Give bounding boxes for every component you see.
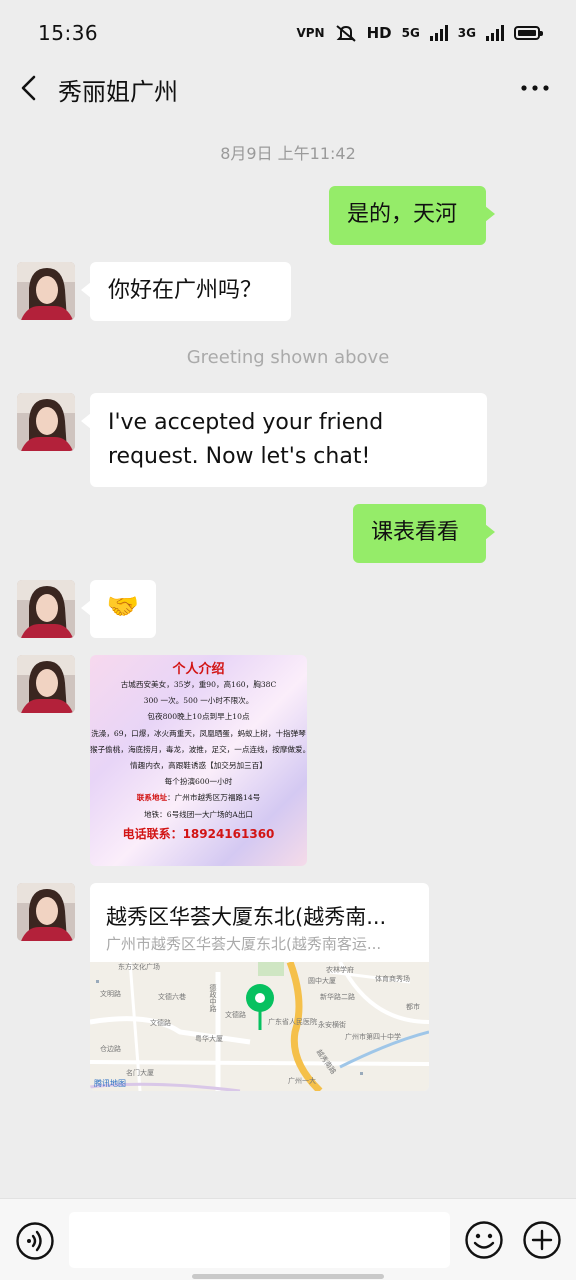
map-label: 文德路 — [150, 1019, 171, 1027]
avatar[interactable] — [17, 393, 75, 451]
avatar[interactable] — [17, 883, 75, 941]
avatar[interactable] — [17, 580, 75, 638]
back-arrow-icon[interactable] — [18, 74, 42, 102]
incoming-emoji-message[interactable]: 🤝 — [81, 580, 156, 638]
map-label: 名门大厦 — [126, 1069, 154, 1077]
location-map[interactable]: 东方文化广场 农林学府 文明路 文德六巷 德政中路 圆中大厦 体育商秀场 文德路… — [90, 960, 429, 1091]
avatar-photo — [17, 393, 75, 451]
message-input[interactable] — [69, 1212, 450, 1268]
map-label: 永安横街 — [318, 1021, 346, 1029]
map-label: 文明路 — [100, 990, 121, 998]
poster-line: 情趣内衣，高跟鞋诱惑【加交另加三百】 — [130, 761, 267, 771]
poster-line: 猴子偷桃，海底捞月，毒龙，波推，足交，一点连线，按摩做爱。 — [90, 744, 307, 754]
map-label: 体育商秀场 — [375, 975, 410, 983]
chat-title: 秀丽姐广州 — [58, 78, 178, 106]
incoming-message[interactable]: 你好在广州吗？ — [81, 262, 291, 321]
map-label: 广州一大 — [288, 1077, 316, 1085]
mute-icon — [335, 25, 356, 42]
location-message[interactable]: 越秀区华荟大厦东北(越秀南... 广州市越秀区华荟大厦东北(越秀南客运... 东… — [90, 883, 429, 1091]
message-text: 课表看看 — [371, 520, 460, 545]
signal-icon-1 — [429, 25, 448, 41]
outgoing-message[interactable]: 是的，天河 — [329, 186, 495, 245]
map-label: 圆中大厦 — [308, 977, 336, 985]
location-title: 越秀区华荟大厦东北(越秀南... — [106, 905, 387, 929]
battery-icon — [514, 26, 543, 40]
poster-line: 古城西安美女，35岁，重90，高160，胸38C — [120, 680, 277, 689]
vpn-icon: VPN — [296, 26, 325, 40]
chat-input-bar — [0, 1198, 576, 1280]
poster-title: 个人介绍 — [172, 662, 225, 677]
map-provider-logo: 腾讯地图 — [94, 1079, 126, 1088]
map-label: 德政中路 — [209, 984, 217, 1012]
map-label: 广州市第四十中学 — [345, 1033, 401, 1041]
poster-phone: 电话联系：18924161360 — [122, 826, 275, 841]
poster-line: 洗澡，69，口爆，冰火两重天，凤凰晒蛋，蚂蚁上树，十指弹琴 — [91, 728, 306, 738]
message-text: 是的，天河 — [347, 202, 458, 227]
status-time: 15:36 — [38, 21, 99, 45]
title-bar: 秀丽姐广州 — [0, 66, 576, 110]
voice-input-icon[interactable] — [15, 1221, 55, 1261]
network-5g-label: 5G — [401, 26, 420, 40]
map-label: 农林学府 — [326, 966, 354, 974]
more-options-icon[interactable] — [520, 74, 550, 102]
location-pin-icon — [246, 984, 274, 1030]
avatar-photo — [17, 580, 75, 638]
message-text: 你好在广州吗？ — [108, 278, 263, 303]
poster-metro: 地铁：6号线团一大广场的A出口 — [143, 809, 254, 819]
message-text: I've accepted your friend request. Now l… — [108, 410, 384, 469]
status-icons: VPN HD 5G 3G — [296, 24, 543, 42]
avatar-photo — [17, 262, 75, 320]
map-label: 文德路 — [225, 1011, 246, 1019]
location-address: 广州市越秀区华荟大厦东北(越秀南客运... — [106, 935, 382, 953]
map-label: 东方文化广场 — [118, 963, 160, 971]
network-3g-label: 3G — [457, 26, 476, 40]
map-label: 仓边路 — [100, 1045, 121, 1053]
hd-icon: HD — [366, 24, 392, 42]
image-message[interactable]: 个人介绍 古城西安美女，35岁，重90，高160，胸38C 300 一次。500… — [90, 655, 307, 866]
avatar-photo — [17, 883, 75, 941]
poster-line: 每个扮演600一小时 — [164, 777, 233, 787]
map-label: 新华路二路 — [320, 993, 355, 1001]
outgoing-message[interactable]: 课表看看 — [353, 504, 495, 563]
message-timestamp: 8月9日 上午11:42 — [220, 144, 356, 163]
poster-line: 300 一次。500 一小时不限次。 — [143, 696, 254, 706]
handshake-emoji: 🤝 — [106, 592, 140, 622]
poster-address: 联系地址：广州市越秀区万福路14号 — [90, 790, 307, 806]
avatar[interactable] — [17, 655, 75, 713]
home-indicator[interactable] — [192, 1274, 384, 1279]
system-note: Greeting shown above — [186, 347, 390, 368]
plus-icon[interactable] — [522, 1220, 562, 1260]
incoming-message[interactable]: I've accepted your friend request. Now l… — [81, 393, 487, 487]
signal-icon-2 — [486, 25, 504, 41]
map-label: 都市 — [406, 1003, 420, 1011]
map-label: 粤华大厦 — [195, 1035, 223, 1043]
status-bar: 15:36 VPN HD 5G 3G — [0, 0, 576, 66]
map-label: 文德六巷 — [158, 993, 186, 1001]
poster-line: 包夜800晚上10点到早上10点 — [147, 712, 250, 722]
poster-address-label: 联系地址 — [136, 793, 168, 803]
avatar[interactable] — [17, 262, 75, 320]
poster-address-text: ：广州市越秀区万福路14号 — [167, 793, 261, 803]
emoji-icon[interactable] — [464, 1220, 504, 1260]
avatar-photo — [17, 655, 75, 713]
